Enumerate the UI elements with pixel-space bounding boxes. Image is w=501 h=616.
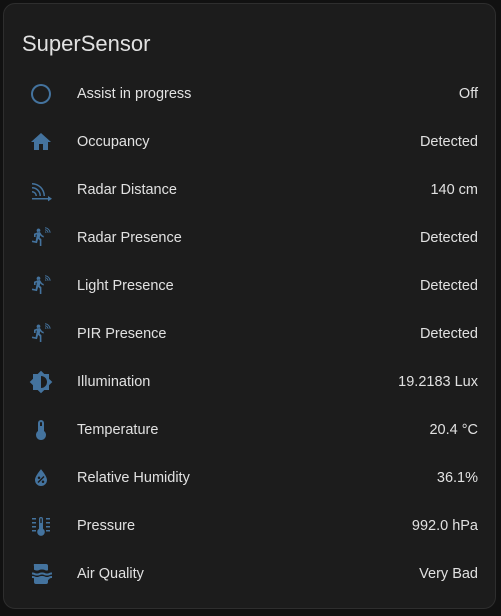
entity-label: Radar Presence	[77, 230, 182, 246]
entity-row-pressure[interactable]: Pressure 992.0 hPa	[4, 502, 495, 550]
entity-label: Air Quality	[77, 566, 144, 582]
entity-state: 992.0 hPa	[411, 518, 478, 534]
entity-label: Light Presence	[77, 278, 174, 294]
entity-label: Illumination	[77, 374, 151, 390]
entity-row-relative-humidity[interactable]: Relative Humidity 36.1%	[4, 454, 495, 502]
radar-distance-icon	[28, 177, 54, 203]
motion-sensor-icon	[28, 273, 54, 299]
entity-label: Pressure	[77, 518, 136, 534]
entity-row-temperature[interactable]: Temperature 20.4 °C	[4, 406, 495, 454]
entity-label: Radar Distance	[77, 182, 177, 198]
entity-row-illumination[interactable]: Illumination 19.2183 Lux	[4, 358, 495, 406]
entity-state: 19.2183 Lux	[398, 374, 478, 390]
entities-card: SuperSensor Assist in progress Off Occup…	[3, 3, 496, 609]
entity-state: Off	[458, 86, 478, 102]
thermometer-icon	[28, 417, 54, 443]
brightness-icon	[28, 369, 54, 395]
entity-state: 140 cm	[430, 182, 478, 198]
entity-label: Temperature	[77, 422, 159, 438]
water-percent-icon	[28, 465, 54, 491]
gauge-thermometer-icon	[28, 513, 54, 539]
entity-state: 20.4 °C	[429, 422, 478, 438]
entity-label: Occupancy	[77, 134, 150, 150]
entity-row-occupancy[interactable]: Occupancy Detected	[4, 118, 495, 166]
entity-label: Relative Humidity	[77, 470, 190, 486]
entity-label: PIR Presence	[77, 326, 167, 342]
circle-outline-icon	[28, 81, 54, 107]
entity-row-light-presence[interactable]: Light Presence Detected	[4, 262, 495, 310]
entity-state: Detected	[419, 230, 478, 246]
motion-sensor-icon	[28, 225, 54, 251]
air-filter-icon	[28, 561, 54, 587]
entity-label: Assist in progress	[77, 86, 192, 102]
entity-row-pir-presence[interactable]: PIR Presence Detected	[4, 310, 495, 358]
home-icon	[28, 129, 54, 155]
motion-sensor-icon	[28, 321, 54, 347]
entity-state: Detected	[419, 134, 478, 150]
card-title: SuperSensor	[22, 31, 151, 56]
entity-state: 36.1%	[436, 470, 478, 486]
entity-state: Detected	[419, 278, 478, 294]
entity-row-air-quality[interactable]: Air Quality Very Bad	[4, 550, 495, 598]
entity-row-radar-distance[interactable]: Radar Distance 140 cm	[4, 166, 495, 214]
entity-list: Assist in progress Off Occupancy Detecte…	[4, 70, 495, 598]
entity-row-radar-presence[interactable]: Radar Presence Detected	[4, 214, 495, 262]
entity-state: Very Bad	[419, 566, 478, 582]
entity-state: Detected	[419, 326, 478, 342]
entity-row-assist-in-progress[interactable]: Assist in progress Off	[4, 70, 495, 118]
